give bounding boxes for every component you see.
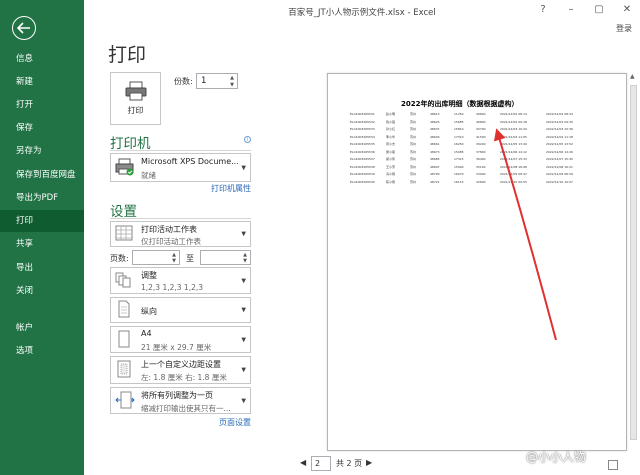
login-link[interactable]: 登录 [616,23,632,34]
margins-sub: 左: 1.8 厘米 右: 1.8 厘米 [141,373,227,382]
paper-size-icon [115,330,133,350]
close-icon[interactable]: ✕ [620,4,634,15]
print-scope-sub: 仅打印活动工作表 [141,237,201,246]
collate-icon [115,272,133,290]
nav-item-info[interactable]: 信息 [0,48,84,70]
preview-page: 2022年的出库明细（数据根据虚构） ELC4003265531 赵小明 苏州 486… [327,73,627,451]
margins-title: 上一个自定义边距设置 [141,360,221,369]
print-button-label: 打印 [127,106,144,115]
pages-from-input[interactable]: ▲ ▼ [132,250,180,265]
paper-size-sub: 21 厘米 x 29.7 厘米 [141,343,212,352]
page-setup-link[interactable]: 页面设置 [219,417,251,428]
pages-to-label: 至 [186,254,194,263]
scaling-sub: 缩减打印输出使其只有一... [141,404,231,413]
nav-item-export-pdf[interactable]: 导出为PDF [0,187,84,209]
divider [110,218,251,219]
backstage-nav: 信息 新建 打开 保存 另存为 保存到百度网盘 导出为PDF 打印 共享 导出 … [0,0,84,475]
orientation-dropdown[interactable]: 纵向 ▼ [110,297,251,323]
paper-size-title: A4 [141,329,152,338]
scrollbar-thumb[interactable] [630,85,637,440]
pages-from-stepper[interactable]: ▲ ▼ [170,252,178,264]
margins-dropdown[interactable]: 上一个自定义边距设置 左: 1.8 厘米 右: 1.8 厘米 ▼ [110,356,251,384]
sheet-grid-icon [115,225,133,243]
copies-stepper[interactable]: ▲ ▼ [228,75,236,88]
chevron-down-icon: ▼ [241,336,246,343]
nav-item-open[interactable]: 打开 [0,94,84,116]
copies-input[interactable]: 1 ▲ ▼ [196,73,238,89]
collate-title: 调整 [141,271,157,280]
chevron-down-icon: ▼ [241,397,246,404]
pages-to-input[interactable]: ▲ ▼ [200,250,251,265]
back-arrow-icon[interactable] [12,16,36,40]
print-scope-dropdown[interactable]: 打印活动工作表 仅打印活动工作表 ▼ [110,221,251,247]
pages-label: 页数: [110,254,129,263]
restore-icon[interactable]: ▢ [592,4,606,15]
nav-item-save-to-baidu[interactable]: 保存到百度网盘 [0,164,84,186]
nav-item-export[interactable]: 导出 [0,257,84,279]
help-icon[interactable]: ? [536,4,550,15]
settings-section-title: 设置 [110,204,137,220]
watermark: @小小人物 [526,450,587,464]
printer-section-title: 打印机 [110,136,151,152]
printer-icon [125,81,146,101]
printer-properties-link[interactable]: 打印机属性 [211,183,251,194]
printer-device-icon [115,158,135,178]
nav-item-share[interactable]: 共享 [0,233,84,255]
printer-name: Microsoft XPS Docume... [141,157,239,166]
nav-item-print[interactable]: 打印 [0,210,84,232]
title-bar: 百家号_JT小人物示例文件.xlsx - Excel ? – ▢ ✕ [84,0,640,26]
copies-value: 1 [201,76,207,86]
window-controls: ? – ▢ ✕ [536,4,634,15]
collate-dropdown[interactable]: 调整 1,2,3 1,2,3 1,2,3 ▼ [110,267,251,294]
nav-item-close[interactable]: 关闭 [0,280,84,302]
chevron-down-icon: ▼ [241,230,246,238]
chevron-down-icon: ▼ [241,164,246,171]
paper-size-dropdown[interactable]: A4 21 厘米 x 29.7 厘米 ▼ [110,326,251,353]
divider [110,150,251,151]
chevron-down-icon: ▼ [241,277,246,284]
info-icon[interactable]: i [244,136,251,143]
page-total: 共 2 页 [336,459,363,468]
prev-page-icon[interactable]: ◀ [300,458,306,467]
nav-item-save-as[interactable]: 另存为 [0,140,84,162]
page-number-input[interactable]: 2 [311,456,331,471]
chevron-down-icon: ▼ [241,306,246,314]
scroll-up-icon[interactable]: ▲ [630,73,635,80]
zoom-to-page-icon[interactable] [608,460,618,470]
nav-item-options[interactable]: 选项 [0,340,84,362]
pages-to-stepper[interactable]: ▲ ▼ [241,252,249,264]
collate-sub: 1,2,3 1,2,3 1,2,3 [141,283,204,292]
printer-dropdown[interactable]: Microsoft XPS Docume... 就绪 ▼ [110,153,251,182]
preview-scrollbar[interactable]: ▲ [628,73,639,451]
print-button[interactable]: 打印 [110,72,161,125]
nav-item-account[interactable]: 帐户 [0,317,84,339]
nav-item-new[interactable]: 新建 [0,71,84,93]
annotation-arrow [493,128,557,341]
copies-label: 份数: [174,77,193,86]
chevron-down-icon: ▼ [241,366,246,374]
orientation-title: 纵向 [141,307,157,316]
fit-columns-icon [115,391,135,411]
nav-item-save[interactable]: 保存 [0,117,84,139]
print-scope-title: 打印活动工作表 [141,225,197,234]
page-title: 打印 [108,44,147,66]
printer-status: 就绪 [141,171,156,180]
pages-range-row: 页数: ▲ ▼ 至 ▲ ▼ [110,250,251,266]
next-page-icon[interactable]: ▶ [366,458,372,467]
minimize-icon[interactable]: – [564,4,578,15]
portrait-page-icon [115,300,133,320]
scaling-title: 将所有列调整为一页 [141,391,213,400]
scaling-dropdown[interactable]: 将所有列调整为一页 缩减打印输出使其只有一... ▼ [110,387,251,414]
margins-icon [115,360,133,380]
